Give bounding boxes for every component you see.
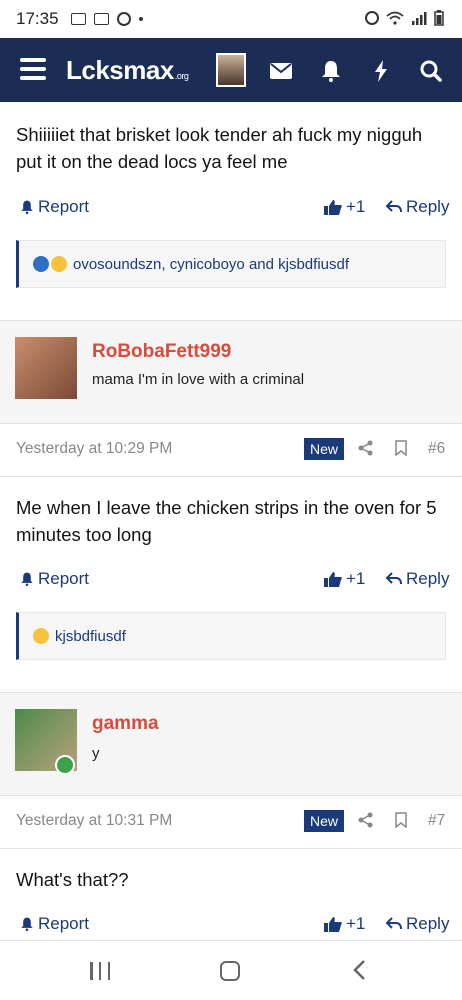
new-badge: New — [304, 438, 345, 460]
site-logo[interactable]: Lcksmax.org — [66, 55, 189, 86]
like-count: +1 — [346, 197, 366, 216]
post-actions: Report +1 Reply — [0, 565, 462, 595]
reply-icon — [386, 917, 402, 930]
post-number[interactable]: #7 — [428, 812, 445, 830]
alarm-icon — [365, 11, 379, 25]
search-icon[interactable] — [418, 58, 444, 84]
bell-icon — [21, 572, 33, 586]
gallery-icon — [70, 13, 86, 25]
author-title: mama I'm in love with a criminal — [92, 371, 305, 388]
post-date[interactable]: Yesterday at 10:29 PM — [16, 440, 172, 458]
home-icon[interactable] — [220, 961, 240, 981]
reactions-users: kjsbdfiusdf — [55, 627, 126, 645]
reactions-users: ovosoundszn, cynicoboyo and kjsbdfiusdf — [73, 255, 350, 273]
like-button[interactable]: +1 — [324, 569, 365, 589]
report-button[interactable]: Report — [20, 914, 89, 934]
reply-label: Reply — [406, 914, 450, 933]
post-body: What's that?? — [16, 869, 129, 890]
like-button[interactable]: +1 — [324, 914, 365, 934]
divider — [0, 476, 462, 477]
reply-icon — [386, 572, 402, 585]
online-status-icon — [55, 755, 75, 775]
vpn-icon — [93, 13, 109, 25]
thumbs-up-icon — [324, 200, 342, 215]
logo-text: Lcksmax — [66, 55, 174, 85]
share-icon[interactable] — [358, 440, 374, 461]
report-button[interactable]: Report — [20, 569, 89, 589]
post-body: Shiiiiiet that brisket look tender ah fu… — [16, 124, 423, 172]
reply-button[interactable]: Reply — [386, 914, 449, 934]
reply-button[interactable]: Reply — [386, 569, 449, 589]
inbox-icon[interactable] — [268, 58, 294, 84]
app-header: Lcksmax.org — [0, 38, 462, 102]
battery-icon — [434, 10, 444, 26]
post-actions: Report +1 Reply — [0, 193, 462, 223]
share-icon[interactable] — [358, 812, 374, 833]
like-count: +1 — [346, 914, 366, 933]
report-label: Report — [38, 569, 90, 588]
shazam-icon — [116, 12, 131, 26]
post-meta: Yesterday at 10:31 PM New #7 — [0, 802, 462, 842]
post-date[interactable]: Yesterday at 10:31 PM — [16, 812, 172, 830]
reactions-bar[interactable]: ovosoundszn, cynicoboyo and kjsbdfiusdf — [16, 240, 446, 288]
post-actions: Report +1 Reply — [0, 910, 462, 940]
post-body: Me when I leave the chicken strips in th… — [16, 497, 437, 545]
author-block: gamma y — [0, 692, 462, 796]
post-meta: Yesterday at 10:29 PM New #6 — [0, 430, 462, 470]
laugh-reaction-icon — [51, 256, 67, 272]
reply-icon — [386, 200, 402, 213]
author-name[interactable]: gamma — [92, 713, 159, 735]
recent-apps-icon[interactable] — [90, 962, 110, 980]
user-avatar[interactable] — [216, 53, 246, 87]
new-badge: New — [304, 810, 345, 832]
reactions-bar[interactable]: kjsbdfiusdf — [16, 612, 446, 660]
author-title: y — [92, 745, 100, 762]
signal-icon — [412, 12, 427, 25]
status-icons — [70, 12, 143, 26]
bookmark-icon[interactable] — [395, 440, 407, 461]
like-button[interactable]: +1 — [324, 197, 365, 217]
reply-button[interactable]: Reply — [386, 197, 449, 217]
menu-icon[interactable] — [20, 58, 46, 80]
wifi-icon — [386, 11, 404, 25]
logo-suffix: .org — [174, 71, 189, 81]
bell-icon — [21, 200, 33, 214]
thumbs-up-icon — [324, 917, 342, 932]
reply-label: Reply — [406, 197, 450, 216]
status-right — [365, 10, 444, 26]
bolt-icon[interactable] — [368, 58, 394, 84]
back-icon[interactable] — [352, 959, 366, 986]
post-number[interactable]: #6 — [428, 440, 445, 458]
system-nav-bar — [0, 940, 462, 1000]
thumbs-up-icon — [324, 572, 342, 587]
reply-label: Reply — [406, 569, 450, 588]
like-count: +1 — [346, 569, 366, 588]
dot-icon — [138, 17, 143, 21]
status-time: 17:35 — [16, 9, 59, 28]
like-reaction-icon — [33, 256, 49, 272]
report-button[interactable]: Report — [20, 197, 89, 217]
divider — [0, 848, 462, 849]
author-avatar[interactable] — [15, 337, 77, 399]
author-name[interactable]: RoBobaFett999 — [92, 341, 231, 363]
status-bar: 17:35 — [0, 0, 462, 38]
report-label: Report — [38, 914, 90, 933]
report-label: Report — [38, 197, 90, 216]
bell-icon — [21, 917, 33, 931]
bookmark-icon[interactable] — [395, 812, 407, 833]
author-block: RoBobaFett999 mama I'm in love with a cr… — [0, 320, 462, 424]
bell-icon[interactable] — [318, 58, 344, 84]
laugh-reaction-icon — [33, 628, 49, 644]
